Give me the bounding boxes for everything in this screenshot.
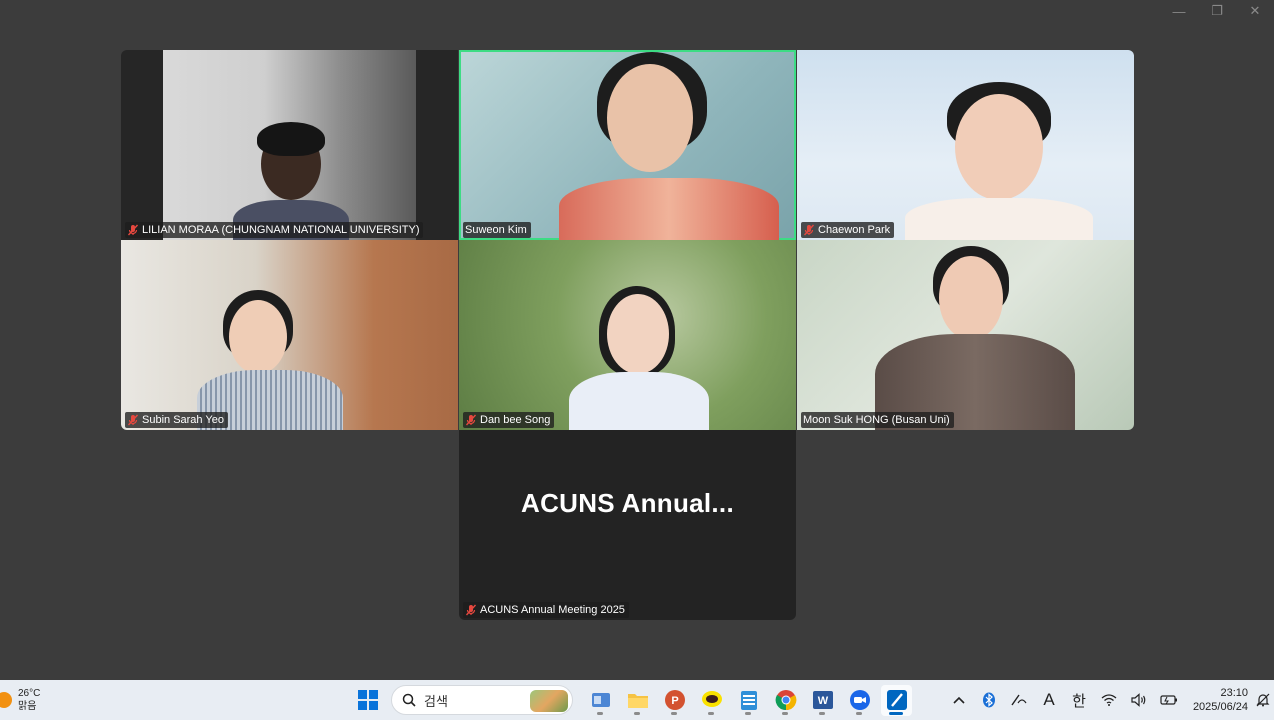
minimize-button[interactable]: — xyxy=(1160,0,1198,22)
video-tile-7[interactable]: ACUNS Annual... ACUNS Annual Meeting 202… xyxy=(459,430,796,620)
notification-bell-icon[interactable] xyxy=(1252,684,1274,716)
participant-video xyxy=(163,50,416,240)
participant-name: Dan bee Song xyxy=(480,414,551,426)
taskbar: 26°C 맑음 검색 P W A 한 23:10 2025/06/24 xyxy=(0,680,1274,720)
participant-name-tag: Suweon Kim xyxy=(463,222,531,238)
participant-name-tag: Moon Suk HONG (Busan Uni) xyxy=(801,412,954,428)
participant-name-tag: ACUNS Annual Meeting 2025 xyxy=(463,602,629,618)
svg-text:P: P xyxy=(671,695,678,707)
start-button[interactable] xyxy=(352,685,383,716)
chrome-icon xyxy=(775,690,796,711)
pen-app-button[interactable] xyxy=(881,684,912,716)
wifi-icon[interactable] xyxy=(1094,684,1124,716)
word-icon: W xyxy=(812,691,833,709)
chevron-up-icon[interactable] xyxy=(944,684,974,716)
weather-condition: 맑음 xyxy=(18,701,37,712)
mic-muted-icon xyxy=(803,224,815,236)
participant-name-tag: LILIAN MORAA (CHUNGNAM NATIONAL UNIVERSI… xyxy=(125,222,424,238)
video-tile-2[interactable]: Suweon Kim xyxy=(459,50,796,240)
sun-icon xyxy=(0,692,12,708)
participant-name: LILIAN MORAA (CHUNGNAM NATIONAL UNIVERSI… xyxy=(142,224,420,236)
participant-name: Moon Suk HONG (Busan Uni) xyxy=(803,414,950,426)
ime-mode-indicator[interactable]: A xyxy=(1034,684,1064,716)
bluetooth-icon[interactable] xyxy=(974,684,1004,716)
chrome-button[interactable] xyxy=(770,685,801,716)
search-input[interactable]: 검색 xyxy=(391,685,573,715)
video-tile-6[interactable]: Moon Suk HONG (Busan Uni) xyxy=(797,240,1134,430)
participant-name-tag: Dan bee Song xyxy=(463,412,555,428)
system-tray: A 한 23:10 2025/06/24 xyxy=(944,680,1274,720)
close-button[interactable]: ✕ xyxy=(1236,0,1274,22)
participant-name-tag: Subin Sarah Yeo xyxy=(125,412,228,428)
clock-time: 23:10 xyxy=(1220,687,1248,699)
search-highlight-image xyxy=(530,690,568,712)
participant-name: ACUNS Annual Meeting 2025 xyxy=(480,604,625,616)
ime-language-indicator[interactable]: 한 xyxy=(1064,684,1094,716)
powerpoint-icon: P xyxy=(664,690,685,710)
weather-temp: 26°C xyxy=(18,688,41,699)
mic-muted-icon xyxy=(127,224,139,236)
participant-display-name: ACUNS Annual... xyxy=(521,488,734,518)
taskbar-apps: 검색 P W xyxy=(352,684,912,716)
zoom-button[interactable] xyxy=(844,685,875,716)
volume-icon[interactable] xyxy=(1124,684,1154,716)
file-explorer-button[interactable] xyxy=(622,685,653,716)
notepad-button[interactable] xyxy=(733,685,764,716)
mic-muted-icon xyxy=(465,604,477,616)
restore-button[interactable]: ❐ xyxy=(1198,0,1236,22)
powerpoint-button[interactable]: P xyxy=(659,685,690,716)
kakaotalk-icon xyxy=(701,691,722,707)
notepad-icon xyxy=(740,691,757,710)
video-tile-1[interactable]: LILIAN MORAA (CHUNGNAM NATIONAL UNIVERSI… xyxy=(121,50,458,240)
search-icon xyxy=(402,693,416,707)
participant-name: Chaewon Park xyxy=(818,224,891,236)
weather-widget[interactable]: 26°C 맑음 xyxy=(0,684,60,716)
mic-muted-icon xyxy=(465,414,477,426)
mic-muted-icon xyxy=(127,414,139,426)
widgets-button[interactable] xyxy=(585,685,616,716)
window-controls: — ❐ ✕ xyxy=(1160,0,1274,22)
participant-name: Subin Sarah Yeo xyxy=(142,414,224,426)
svg-text:W: W xyxy=(817,695,828,707)
participant-name: Suweon Kim xyxy=(465,224,527,236)
video-tile-3[interactable]: Chaewon Park xyxy=(797,50,1134,240)
search-placeholder: 검색 xyxy=(424,693,448,709)
system-clock[interactable]: 23:10 2025/06/24 xyxy=(1184,686,1252,714)
widgets-icon xyxy=(591,693,610,707)
word-button[interactable]: W xyxy=(807,685,838,716)
zoom-icon xyxy=(849,690,870,710)
clock-date: 2025/06/24 xyxy=(1192,701,1248,713)
folder-icon xyxy=(627,694,648,708)
video-tile-5[interactable]: Dan bee Song xyxy=(459,240,796,430)
participant-name-tag: Chaewon Park xyxy=(801,222,895,238)
pen-input-icon[interactable] xyxy=(1004,684,1034,716)
kakaotalk-button[interactable] xyxy=(696,685,727,716)
battery-icon[interactable] xyxy=(1154,684,1184,716)
windows-icon xyxy=(357,690,378,710)
pen-icon xyxy=(886,690,907,710)
video-tile-4[interactable]: Subin Sarah Yeo xyxy=(121,240,458,430)
